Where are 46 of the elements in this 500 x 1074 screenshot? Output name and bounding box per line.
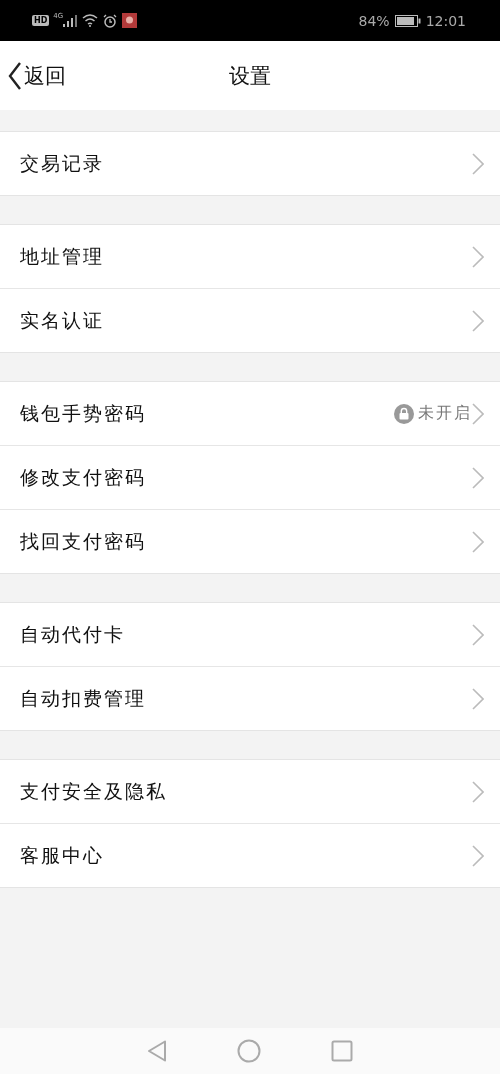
back-nav-icon[interactable] — [147, 1040, 167, 1062]
chevron-left-icon — [8, 60, 22, 91]
settings-row[interactable]: 客服中心 — [0, 823, 500, 887]
page-title: 设置 — [229, 63, 271, 88]
row-label: 找回支付密码 — [20, 528, 147, 554]
clock-time: 12:01 — [425, 12, 466, 29]
row-label: 钱包手势密码 — [20, 400, 147, 426]
settings-row[interactable]: 交易记录 — [0, 132, 500, 195]
back-button[interactable]: 返回 — [0, 60, 66, 91]
lock-icon — [394, 403, 414, 424]
row-label: 自动扣费管理 — [20, 685, 147, 711]
chevron-right-icon — [472, 780, 484, 803]
chevron-right-icon — [472, 623, 484, 646]
chevron-right-icon — [472, 530, 484, 553]
settings-row[interactable]: 地址管理 — [0, 225, 500, 288]
settings-row[interactable]: 实名认证 — [0, 288, 500, 352]
settings-row[interactable]: 支付安全及隐私 — [0, 760, 500, 823]
row-label: 客服中心 — [20, 842, 105, 868]
settings-row[interactable]: 找回支付密码 — [0, 509, 500, 573]
chevron-right-icon — [472, 309, 484, 332]
settings-row[interactable]: 自动代付卡 — [0, 603, 500, 666]
home-nav-icon[interactable] — [237, 1039, 261, 1063]
chevron-right-icon — [472, 466, 484, 489]
chevron-right-icon — [472, 844, 484, 867]
alarm-icon — [103, 13, 118, 28]
battery-icon — [394, 14, 421, 27]
chevron-right-icon — [472, 245, 484, 268]
settings-row[interactable]: 钱包手势密码 未开启 — [0, 382, 500, 445]
chevron-right-icon — [472, 152, 484, 175]
app-notification-icon — [122, 13, 138, 28]
row-label: 支付安全及隐私 — [20, 778, 168, 804]
row-label: 地址管理 — [20, 243, 105, 269]
row-label: 交易记录 — [20, 150, 105, 176]
settings-row[interactable]: 自动扣费管理 — [0, 666, 500, 730]
recents-nav-icon[interactable] — [331, 1040, 353, 1062]
chevron-right-icon — [472, 402, 484, 425]
battery-percentage: 84% — [358, 12, 390, 29]
settings-row[interactable]: 修改支付密码 — [0, 445, 500, 509]
row-label: 实名认证 — [20, 307, 105, 333]
signal-icon — [63, 14, 78, 27]
chevron-right-icon — [472, 687, 484, 710]
row-label: 修改支付密码 — [20, 464, 147, 490]
hd-icon: HD — [32, 15, 50, 26]
status-text: 未开启 — [418, 403, 472, 424]
wifi-icon — [82, 14, 99, 27]
row-label: 自动代付卡 — [20, 621, 126, 647]
